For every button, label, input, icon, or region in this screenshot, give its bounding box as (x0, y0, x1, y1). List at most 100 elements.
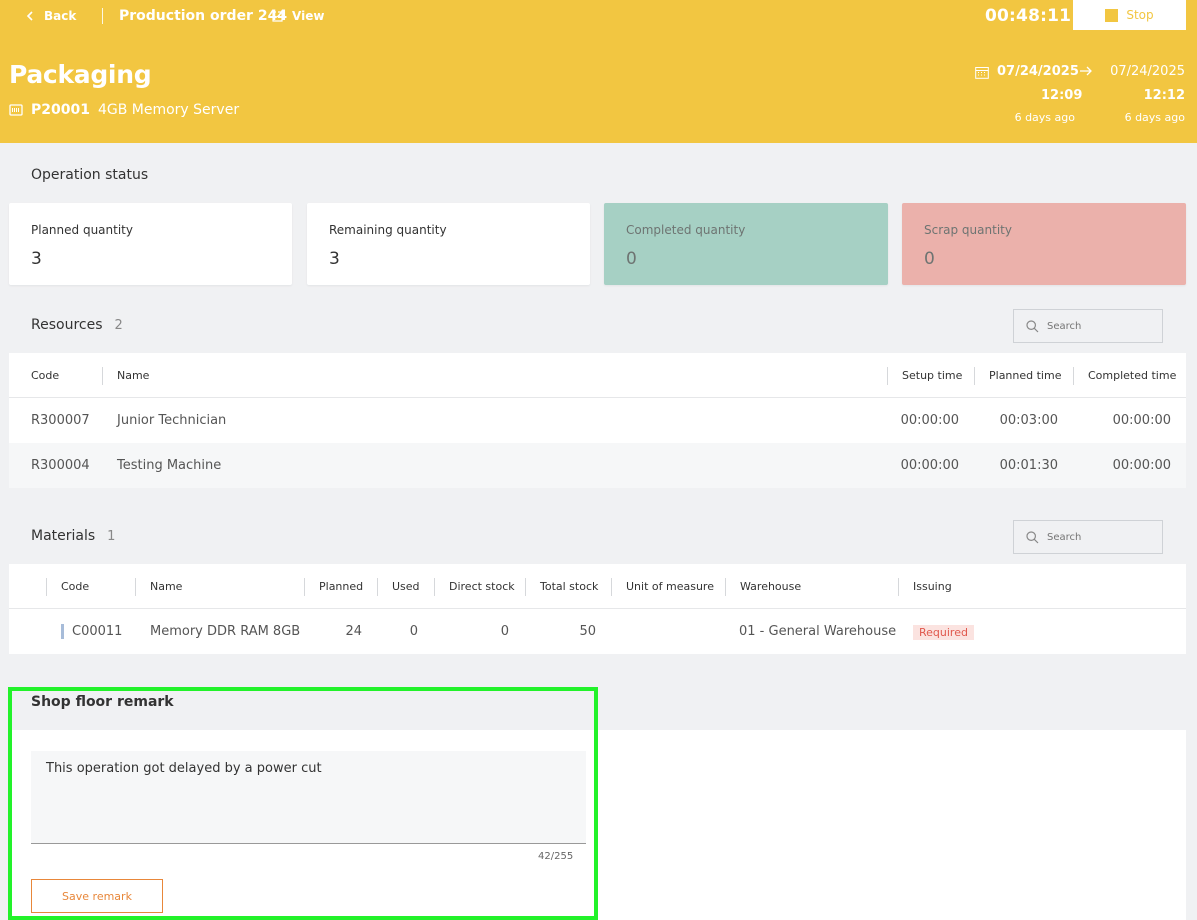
remark-textarea[interactable]: This operation got delayed by a power cu… (31, 751, 586, 844)
back-label: Back (44, 9, 77, 23)
materials-search-input[interactable] (1047, 531, 1147, 543)
column-separator (525, 578, 526, 596)
card-value: 0 (626, 249, 637, 269)
production-order-title: Production order 244 (119, 8, 288, 24)
column-header-setup-time[interactable]: Setup time (902, 369, 962, 382)
table-row[interactable]: R300007 Junior Technician 00:00:00 00:03… (9, 398, 1186, 443)
column-separator (135, 578, 136, 596)
resource-completed-time: 00:00:00 (1112, 413, 1171, 428)
column-header-unit-of-measure[interactable]: Unit of measure (626, 580, 714, 593)
back-button[interactable]: Back (26, 9, 76, 23)
column-separator (974, 367, 975, 385)
calendar-icon (975, 67, 989, 79)
column-header-used[interactable]: Used (392, 580, 420, 593)
column-header-completed-time[interactable]: Completed time (1088, 369, 1176, 382)
column-separator (1073, 367, 1074, 385)
search-icon (1026, 530, 1039, 543)
resource-planned-time: 00:01:30 (999, 458, 1058, 473)
card-value: 0 (924, 249, 935, 269)
header-divider (102, 8, 103, 24)
column-separator (887, 367, 888, 385)
stop-label: Stop (1126, 8, 1154, 22)
operation-status-title: Operation status (31, 167, 149, 183)
resource-completed-time: 00:00:00 (1112, 458, 1171, 473)
start-relative-time: 6 days ago (1014, 111, 1075, 124)
resource-code: R300004 (31, 458, 90, 473)
card-label: Scrap quantity (924, 223, 1012, 237)
remark-title: Shop floor remark (31, 694, 174, 710)
table-row[interactable]: R300004 Testing Machine 00:00:00 00:01:3… (9, 443, 1186, 488)
resources-title: Resources 2 (31, 317, 123, 333)
arrow-right-icon (1080, 66, 1092, 76)
end-time: 12:12 (1143, 88, 1185, 103)
column-separator (434, 578, 435, 596)
header-top-bar: Back Production order 244 View 00:48:11 … (0, 0, 1197, 32)
product-code: P20001 (31, 102, 90, 118)
resources-title-label: Resources (31, 317, 103, 333)
planned-quantity-card: Planned quantity 3 (9, 203, 292, 285)
column-separator (46, 578, 47, 596)
materials-title-label: Materials (31, 528, 96, 544)
column-header-warehouse[interactable]: Warehouse (740, 580, 801, 593)
table-row[interactable]: C00011 Memory DDR RAM 8GB 24 0 0 50 01 -… (9, 609, 1186, 654)
resources-table: Code Name Setup time Planned time Comple… (9, 353, 1186, 488)
column-header-planned-time[interactable]: Planned time (989, 369, 1061, 382)
search-icon (1026, 319, 1039, 332)
materials-table: Code Name Planned Used Direct stock Tota… (9, 564, 1186, 654)
resource-setup-time: 00:00:00 (900, 458, 959, 473)
resource-name: Testing Machine (117, 458, 222, 473)
scrap-quantity-card[interactable]: Scrap quantity 0 (902, 203, 1186, 285)
issuing-status-badge: Required (913, 625, 974, 640)
row-status-marker (61, 624, 64, 639)
end-relative-time: 6 days ago (1124, 111, 1185, 124)
material-name: Memory DDR RAM 8GB (150, 624, 301, 639)
resources-search[interactable] (1013, 309, 1163, 343)
card-label: Completed quantity (626, 223, 746, 237)
resources-search-input[interactable] (1047, 320, 1147, 332)
start-date: 07/24/2025 (997, 64, 1079, 79)
card-value: 3 (329, 249, 340, 269)
column-header-total-stock[interactable]: Total stock (540, 580, 598, 593)
completed-quantity-card[interactable]: Completed quantity 0 (604, 203, 888, 285)
stop-button[interactable]: Stop (1073, 0, 1186, 30)
column-separator (102, 367, 103, 385)
column-header-code[interactable]: Code (61, 580, 89, 593)
column-header-name[interactable]: Name (150, 580, 182, 593)
material-warehouse: 01 - General Warehouse (739, 624, 897, 639)
end-date: 07/24/2025 (1110, 64, 1185, 79)
card-value: 3 (31, 249, 42, 269)
column-separator (304, 578, 305, 596)
resource-name: Junior Technician (117, 413, 227, 428)
card-label: Planned quantity (31, 223, 133, 237)
product-name: 4GB Memory Server (97, 102, 240, 118)
external-link-icon (272, 10, 283, 22)
column-header-issuing[interactable]: Issuing (913, 580, 952, 593)
resource-code: R300007 (31, 413, 90, 428)
column-separator (611, 578, 612, 596)
column-header-name[interactable]: Name (117, 369, 149, 382)
column-header-code[interactable]: Code (31, 369, 59, 382)
view-link[interactable]: View (272, 9, 324, 23)
materials-search[interactable] (1013, 520, 1163, 554)
view-label: View (292, 9, 325, 23)
material-direct-stock: 0 (500, 624, 509, 639)
resource-setup-time: 00:00:00 (900, 413, 959, 428)
save-remark-button[interactable]: Save remark (31, 879, 163, 913)
start-time: 12:09 (1041, 88, 1083, 103)
materials-count: 1 (107, 529, 116, 544)
card-label: Remaining quantity (329, 223, 447, 237)
column-separator (377, 578, 378, 596)
material-planned: 24 (345, 624, 362, 639)
column-separator (725, 578, 726, 596)
operation-title: Packaging (9, 60, 152, 89)
remark-char-count: 42/255 (538, 851, 574, 862)
stop-icon (1105, 8, 1119, 22)
resource-planned-time: 00:03:00 (999, 413, 1058, 428)
column-header-planned[interactable]: Planned (319, 580, 363, 593)
chevron-left-icon (26, 11, 33, 21)
materials-title: Materials 1 (31, 528, 115, 544)
product-icon (9, 104, 23, 116)
column-header-direct-stock[interactable]: Direct stock (449, 580, 515, 593)
column-separator (898, 578, 899, 596)
resources-table-header: Code Name Setup time Planned time Comple… (9, 353, 1186, 398)
